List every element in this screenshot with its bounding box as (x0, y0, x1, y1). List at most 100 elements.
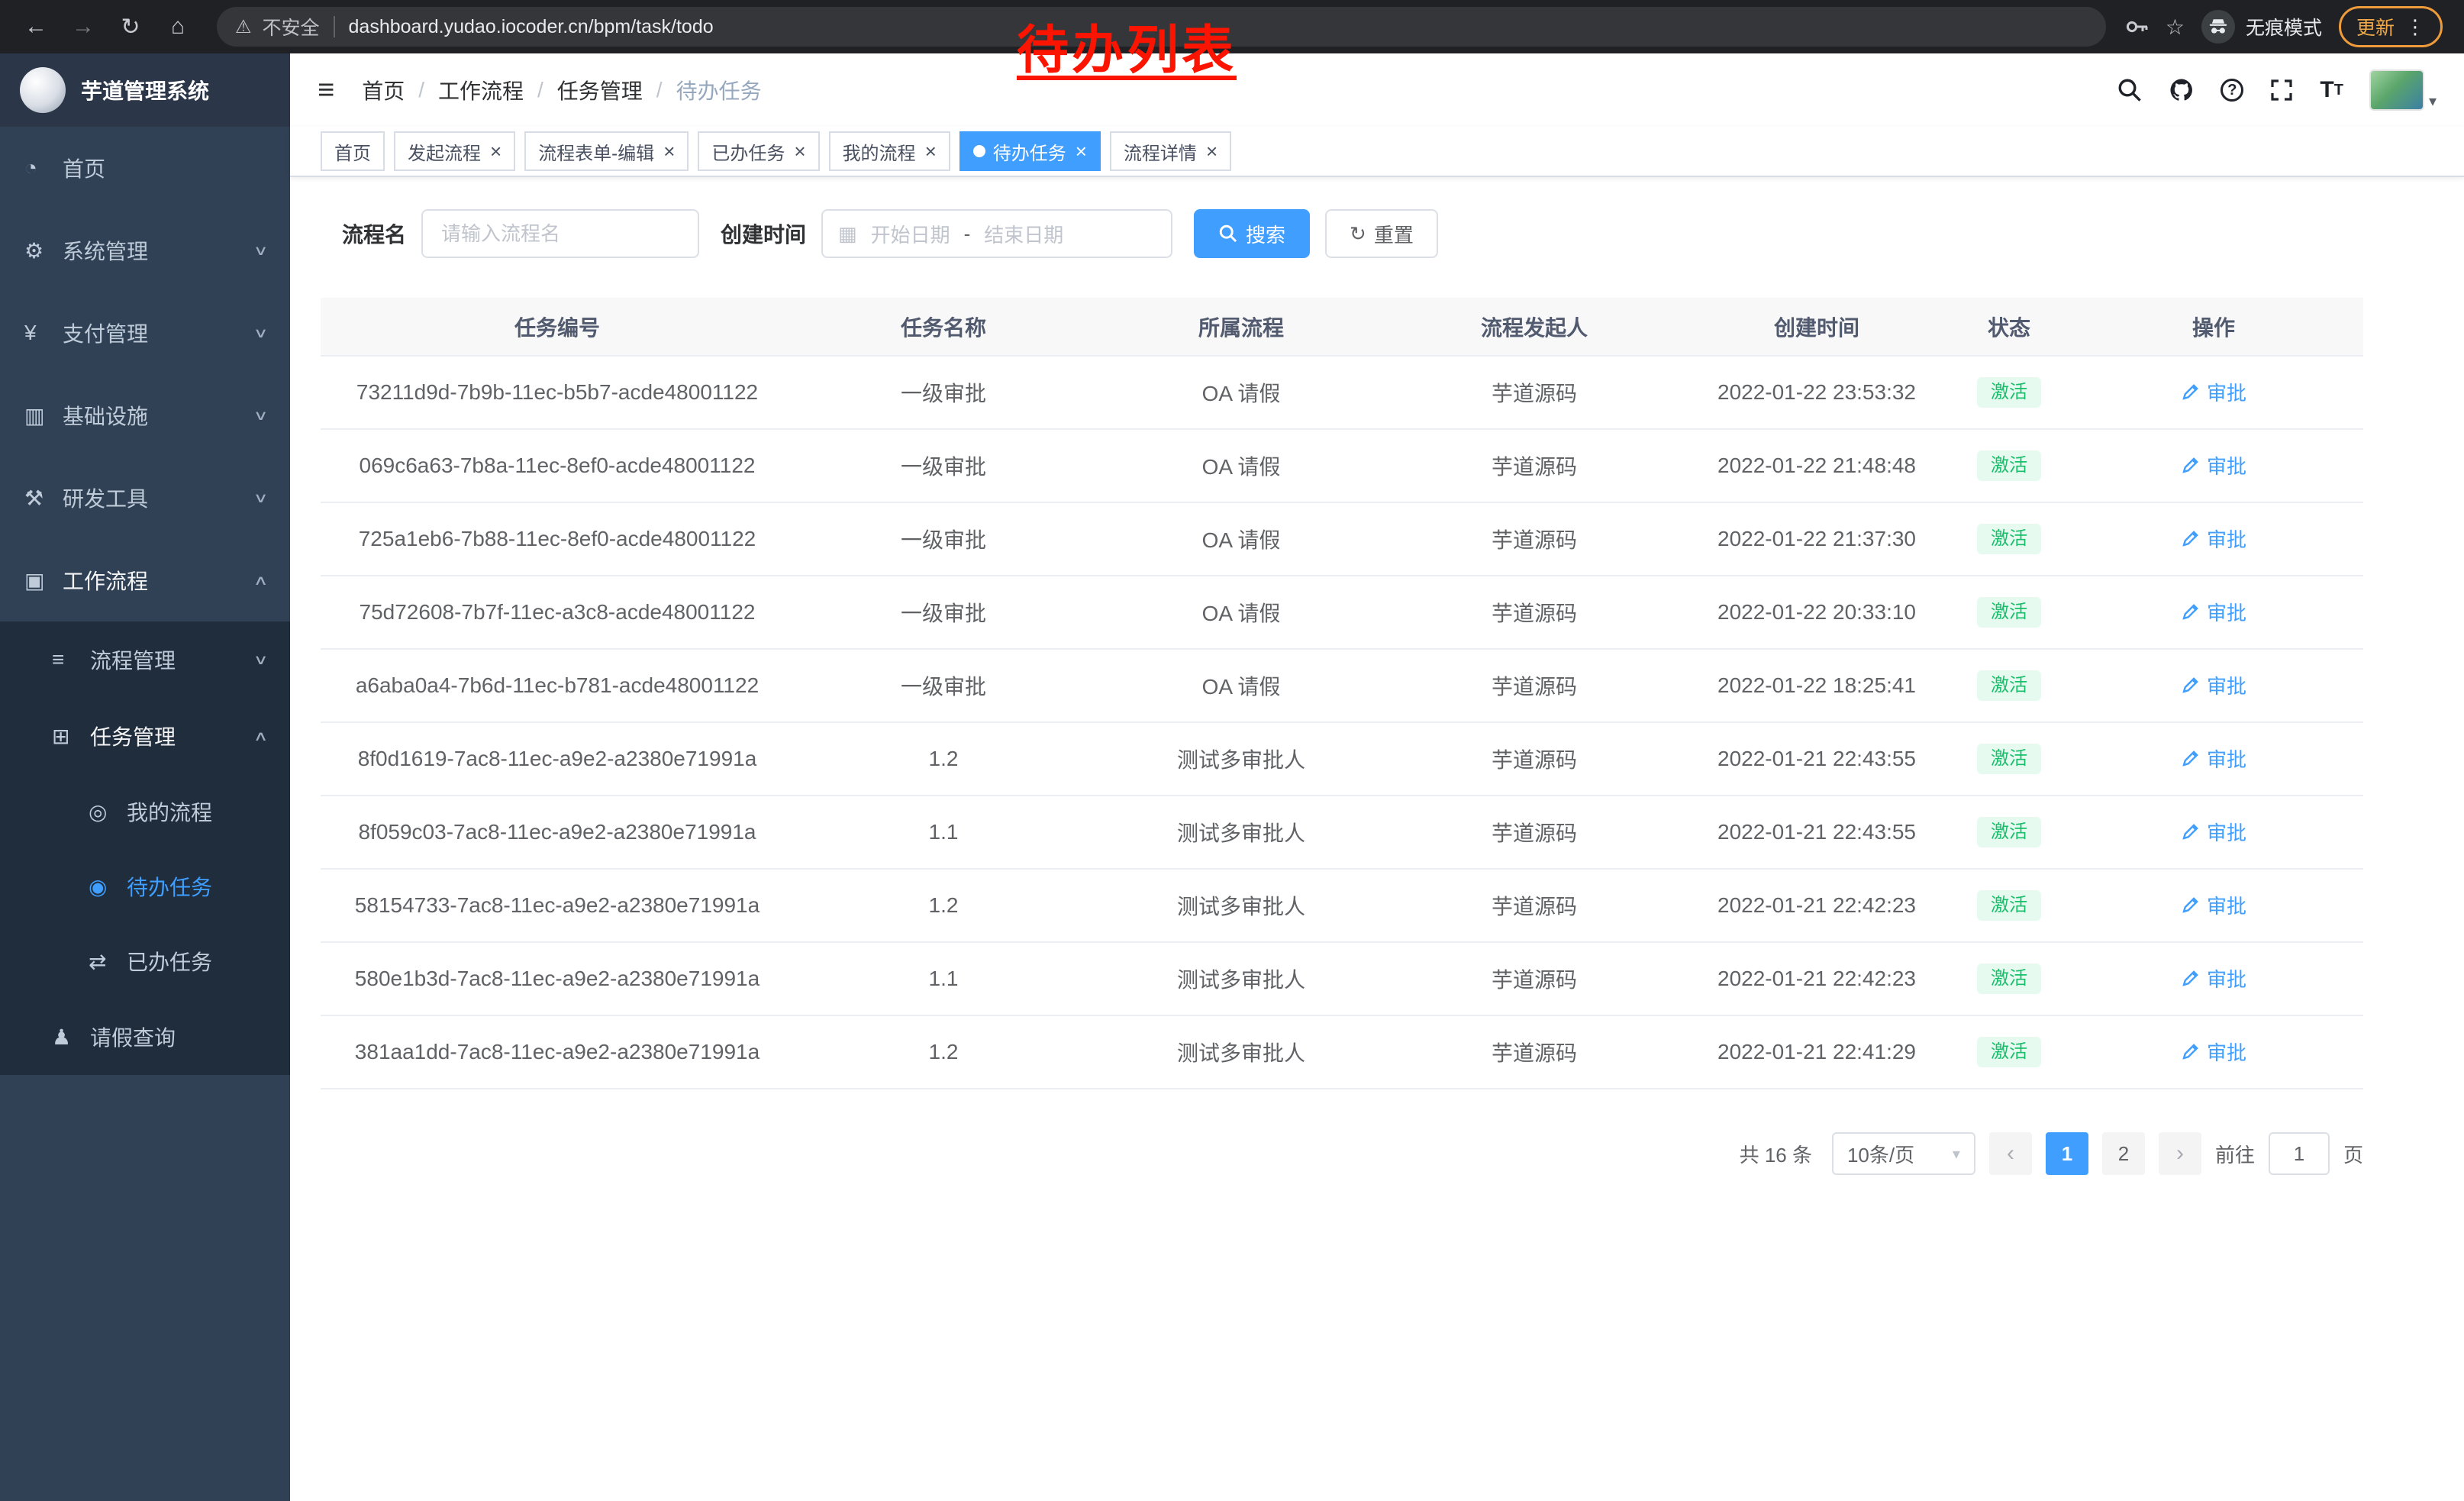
approve-link[interactable]: 审批 (2181, 964, 2246, 993)
content: 流程名 创建时间 ▦ 开始日期 - 结束日期 搜索 (290, 177, 2464, 1175)
cell-task-name: 1.2 (794, 722, 1093, 796)
tab-process-detail[interactable]: 流程详情× (1110, 131, 1231, 171)
help-icon[interactable]: ? (2221, 79, 2243, 102)
goto-page-input[interactable] (2269, 1132, 2330, 1175)
back-button[interactable]: ← (15, 6, 56, 47)
page-button-1[interactable]: 1 (2046, 1132, 2088, 1175)
sidebar-item-devtools[interactable]: ⚒研发工具∨ (0, 457, 290, 539)
close-icon[interactable]: × (1076, 141, 1087, 161)
sidebar-item-label: 流程管理 (90, 644, 256, 675)
collapse-sidebar-icon[interactable]: ≡ (318, 74, 334, 107)
process-name-input[interactable] (421, 209, 699, 258)
infrastructure-icon: ▥ (24, 403, 63, 428)
column-header: 操作 (2064, 298, 2363, 356)
fullscreen-icon[interactable] (2269, 78, 2294, 102)
pen-icon (2181, 382, 2201, 402)
tab-done-task[interactable]: 已办任务× (698, 131, 819, 171)
pen-icon (2181, 455, 2201, 475)
reset-button[interactable]: ↻ 重置 (1325, 209, 1438, 258)
font-size-icon[interactable]: TT (2320, 77, 2343, 103)
forward-button[interactable]: → (63, 6, 104, 47)
table-header-row: 任务编号任务名称所属流程流程发起人创建时间状态操作 (321, 298, 2363, 356)
sidebar-item-todo-task[interactable]: ◉待办任务 (0, 849, 290, 924)
date-range-picker[interactable]: ▦ 开始日期 - 结束日期 (821, 209, 1172, 258)
cell-action: 审批 (2064, 502, 2363, 576)
process-list-icon: ≡ (52, 647, 90, 672)
cell-initiator: 芋道源码 (1389, 356, 1679, 429)
approve-link[interactable]: 审批 (2181, 1038, 2246, 1066)
tab-my-process[interactable]: 我的流程× (829, 131, 950, 171)
annotation-todo-list: 待办列表 (1017, 8, 1237, 83)
update-button[interactable]: 更新 ⋮ (2339, 6, 2443, 47)
sidebar-item-workflow[interactable]: ▣工作流程∧ (0, 539, 290, 621)
cell-process: OA 请假 (1093, 502, 1389, 576)
pen-icon (2181, 968, 2201, 988)
prev-page-button[interactable]: ‹ (1989, 1132, 2032, 1175)
pagination: 共 16 条 10条/页 ▾ ‹ 12 › 前往 页 (321, 1132, 2363, 1175)
cell-process: 测试多审批人 (1093, 796, 1389, 869)
key-icon[interactable] (2124, 15, 2149, 39)
search-button[interactable]: 搜索 (1194, 209, 1310, 258)
status-badge: 激活 (1977, 964, 2041, 994)
pen-icon (2181, 822, 2201, 841)
bookmark-star-icon[interactable]: ☆ (2166, 15, 2185, 40)
avatar[interactable] (2369, 69, 2424, 111)
status-badge: 激活 (1977, 524, 2041, 554)
sidebar-item-my-process[interactable]: ◎我的流程 (0, 774, 290, 849)
cell-status: 激活 (1954, 502, 2064, 576)
approve-link[interactable]: 审批 (2181, 891, 2246, 919)
sidebar-item-done-task[interactable]: ⇄已办任务 (0, 924, 290, 999)
page-size-select[interactable]: 10条/页 ▾ (1832, 1132, 1975, 1175)
github-icon[interactable] (2169, 77, 2195, 103)
approve-link[interactable]: 审批 (2181, 744, 2246, 773)
task-table-body: 73211d9d-7b9b-11ec-b5b7-acde48001122 一级审… (321, 356, 2363, 1089)
tab-label: 流程表单-编辑 (538, 138, 654, 165)
status-badge: 激活 (1977, 450, 2041, 481)
approve-link[interactable]: 审批 (2181, 818, 2246, 846)
tab-todo-task[interactable]: 待办任务× (959, 131, 1101, 171)
approve-link[interactable]: 审批 (2181, 525, 2246, 553)
cell-initiator: 芋道源码 (1389, 429, 1679, 502)
sidebar-item-home[interactable]: ◔首页 (0, 127, 290, 209)
start-date-placeholder: 开始日期 (871, 220, 950, 248)
cell-status: 激活 (1954, 722, 2064, 796)
sidebar-item-payment[interactable]: ¥支付管理∨ (0, 292, 290, 374)
tab-home[interactable]: 首页 (321, 131, 385, 171)
approve-link[interactable]: 审批 (2181, 378, 2246, 406)
cell-task-id: 8f0d1619-7ac8-11ec-a9e2-a2380e71991a (321, 722, 794, 796)
close-icon[interactable]: × (1206, 141, 1217, 161)
sidebar-item-label: 任务管理 (90, 721, 256, 751)
approve-link[interactable]: 审批 (2181, 451, 2246, 479)
breadcrumb-item-home[interactable]: 首页 (362, 75, 405, 105)
approve-link[interactable]: 审批 (2181, 598, 2246, 626)
sidebar-item-infrastructure[interactable]: ▥基础设施∨ (0, 374, 290, 457)
sidebar-item-label: 系统管理 (63, 235, 256, 266)
tab-form-edit[interactable]: 流程表单-编辑 × (524, 131, 689, 171)
breadcrumb-item-task-mgmt[interactable]: 任务管理 (557, 75, 643, 105)
chevron-down-icon: ∨ (253, 325, 269, 341)
close-icon[interactable]: × (663, 141, 675, 161)
cell-created: 2022-01-22 21:37:30 (1679, 502, 1954, 576)
next-page-button[interactable]: › (2159, 1132, 2201, 1175)
tab-start-process[interactable]: 发起流程× (394, 131, 515, 171)
menu-dots-icon[interactable]: ⋮ (2405, 15, 2425, 39)
breadcrumb-item-workflow[interactable]: 工作流程 (438, 75, 524, 105)
sidebar-item-leave-query[interactable]: ♟请假查询 (0, 999, 290, 1075)
search-icon[interactable] (2117, 77, 2143, 103)
page-numbers: 12 (2046, 1132, 2145, 1175)
sidebar-item-system[interactable]: ⚙系统管理∨ (0, 209, 290, 292)
close-icon[interactable]: × (925, 141, 937, 161)
sidebar-item-process-mgmt[interactable]: ≡流程管理∨ (0, 621, 290, 698)
page-button-2[interactable]: 2 (2102, 1132, 2145, 1175)
status-badge: 激活 (1977, 377, 2041, 408)
process-name-label: 流程名 (342, 218, 406, 249)
close-icon[interactable]: × (794, 141, 805, 161)
close-icon[interactable]: × (490, 141, 502, 161)
home-button[interactable]: ⌂ (157, 6, 198, 47)
user-menu[interactable]: ▾ (2369, 69, 2437, 111)
breadcrumb-separator: / (537, 78, 543, 102)
pen-icon (2181, 675, 2201, 695)
approve-link[interactable]: 审批 (2181, 671, 2246, 699)
sidebar-item-task-mgmt[interactable]: ⊞任务管理∧ (0, 698, 290, 774)
reload-button[interactable]: ↻ (110, 6, 151, 47)
